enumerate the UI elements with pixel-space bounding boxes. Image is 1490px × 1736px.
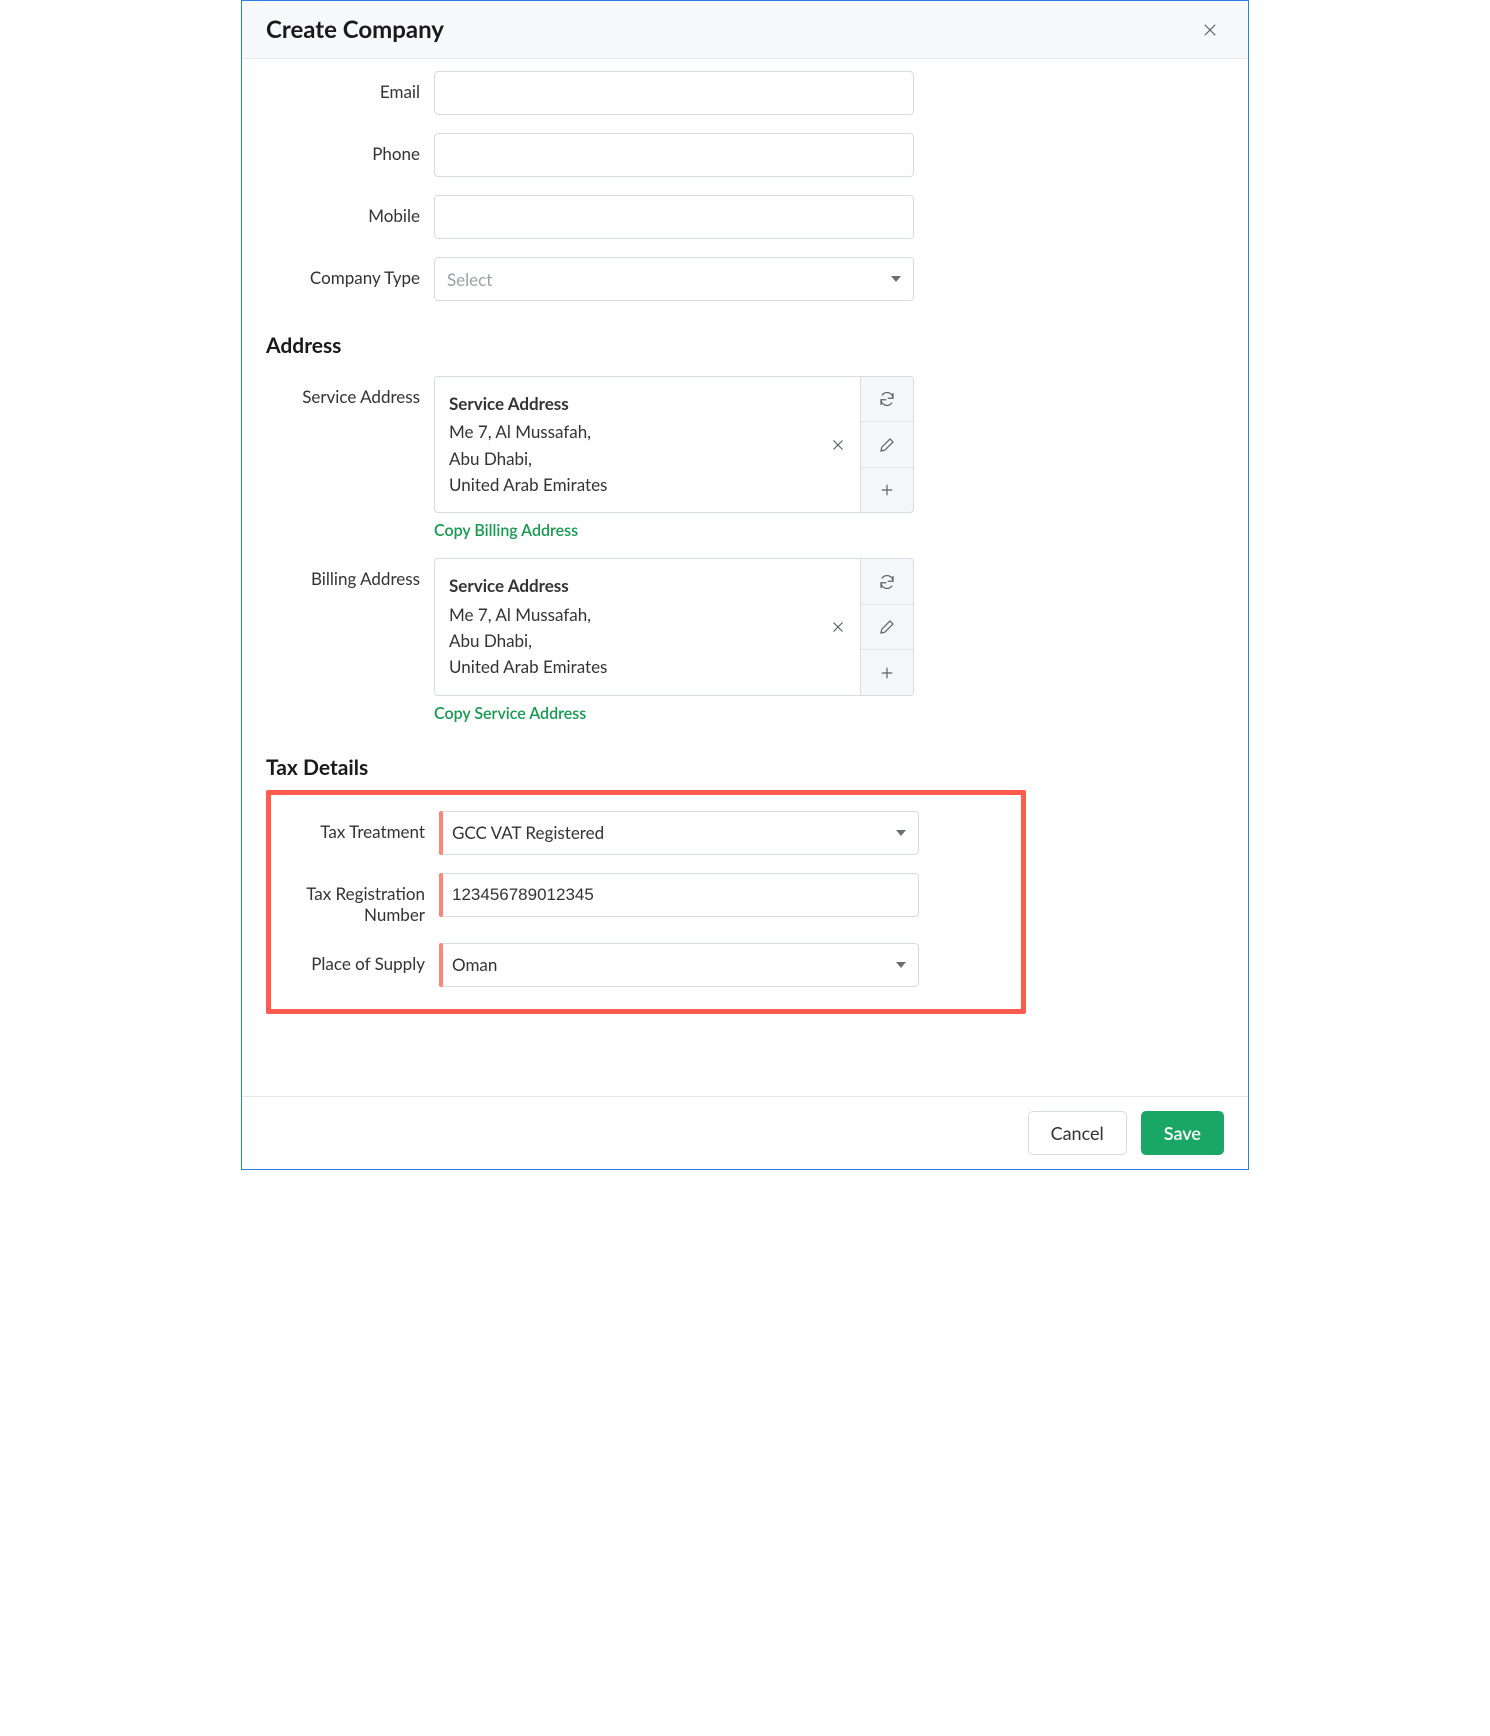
billing-address-actions xyxy=(860,558,914,695)
required-indicator xyxy=(439,873,443,917)
close-icon[interactable] xyxy=(1196,16,1224,44)
chevron-down-icon xyxy=(891,276,901,282)
billing-address-label: Billing Address xyxy=(266,558,434,589)
tax-details-heading: Tax Details xyxy=(266,755,1224,780)
service-address-line2: Abu Dhabi, xyxy=(449,446,818,472)
billing-address-line2: Abu Dhabi, xyxy=(449,628,818,654)
dialog-footer: Cancel Save xyxy=(242,1096,1248,1169)
chevron-down-icon xyxy=(896,962,906,968)
dialog-titlebar: Create Company xyxy=(242,1,1248,59)
dialog-title: Create Company xyxy=(266,15,444,44)
email-label: Email xyxy=(266,71,434,102)
tax-treatment-select[interactable]: GCC VAT Registered xyxy=(439,811,919,855)
tax-details-highlight-box: Tax Treatment GCC VAT Registered Tax Reg… xyxy=(266,790,1026,1014)
copy-billing-address-link[interactable]: Copy Billing Address xyxy=(434,521,578,540)
tax-treatment-value: GCC VAT Registered xyxy=(452,822,604,843)
service-address-card-title: Service Address xyxy=(449,391,818,417)
mobile-input[interactable] xyxy=(434,195,914,239)
billing-address-card-title: Service Address xyxy=(449,573,818,599)
service-address-card: Service Address Me 7, Al Mussafah, Abu D… xyxy=(434,376,860,513)
service-address-clear-icon[interactable] xyxy=(826,433,850,457)
company-type-select[interactable]: Select xyxy=(434,257,914,301)
address-heading: Address xyxy=(266,333,1224,358)
place-of-supply-label: Place of Supply xyxy=(271,943,439,974)
chevron-down-icon xyxy=(896,830,906,836)
required-indicator xyxy=(439,943,443,987)
service-address-label: Service Address xyxy=(266,376,434,407)
create-company-dialog: Create Company Email Phone Mobile xyxy=(241,0,1249,1170)
billing-address-add-button[interactable] xyxy=(861,649,913,694)
service-address-line3: United Arab Emirates xyxy=(449,472,818,498)
dialog-body: Email Phone Mobile Company Type Select xyxy=(242,59,1248,1096)
place-of-supply-select[interactable]: Oman xyxy=(439,943,919,987)
place-of-supply-value: Oman xyxy=(452,954,497,975)
copy-service-address-link[interactable]: Copy Service Address xyxy=(434,704,586,723)
required-indicator xyxy=(439,811,443,855)
trn-input[interactable] xyxy=(439,873,919,917)
save-button[interactable]: Save xyxy=(1141,1111,1224,1155)
trn-label: Tax Registration Number xyxy=(271,873,439,925)
billing-address-line1: Me 7, Al Mussafah, xyxy=(449,602,818,628)
billing-address-refresh-button[interactable] xyxy=(861,559,913,603)
phone-label: Phone xyxy=(266,133,434,164)
cancel-button[interactable]: Cancel xyxy=(1028,1111,1127,1155)
company-type-placeholder: Select xyxy=(447,269,492,290)
mobile-label: Mobile xyxy=(266,195,434,226)
billing-address-card: Service Address Me 7, Al Mussafah, Abu D… xyxy=(434,558,860,695)
service-address-add-button[interactable] xyxy=(861,467,913,512)
company-type-label: Company Type xyxy=(266,257,434,288)
service-address-edit-button[interactable] xyxy=(861,421,913,466)
service-address-actions xyxy=(860,376,914,513)
email-input[interactable] xyxy=(434,71,914,115)
billing-address-line3: United Arab Emirates xyxy=(449,654,818,680)
service-address-refresh-button[interactable] xyxy=(861,377,913,421)
service-address-line1: Me 7, Al Mussafah, xyxy=(449,419,818,445)
phone-input[interactable] xyxy=(434,133,914,177)
billing-address-clear-icon[interactable] xyxy=(826,615,850,639)
billing-address-edit-button[interactable] xyxy=(861,604,913,649)
tax-treatment-label: Tax Treatment xyxy=(271,811,439,842)
